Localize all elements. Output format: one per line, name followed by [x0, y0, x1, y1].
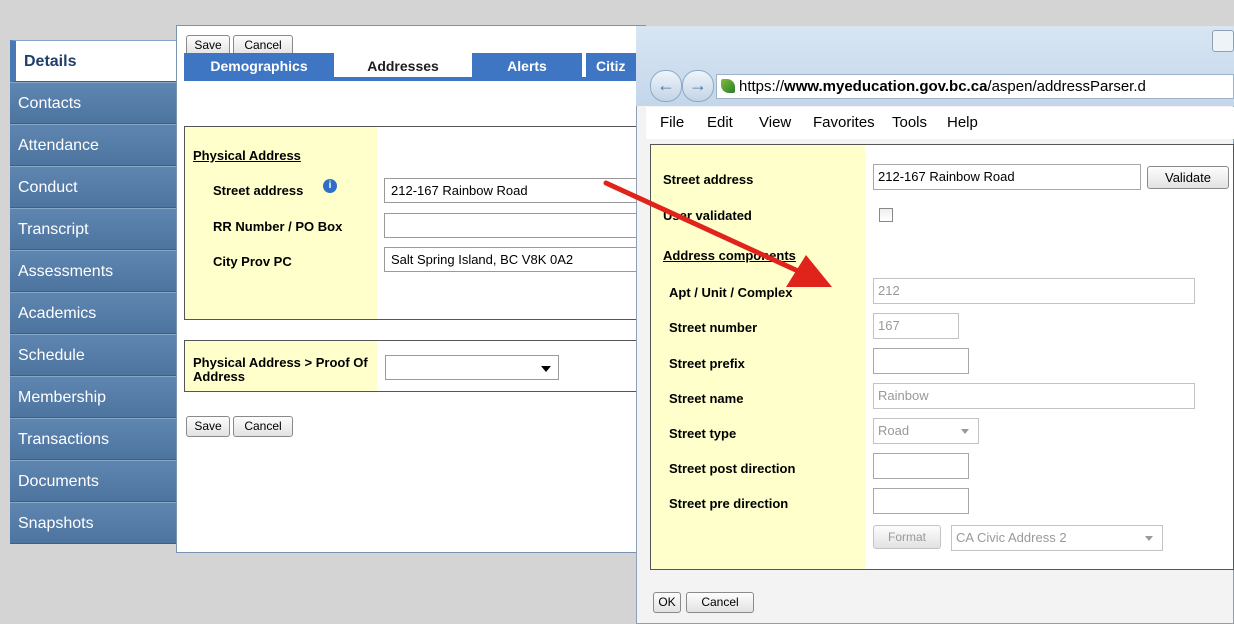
chevron-down-icon [1145, 536, 1153, 541]
address-bar[interactable]: https://www.myeducation.gov.bc.ca/aspen/… [716, 74, 1234, 99]
sidebar-item-snapshots[interactable]: Snapshots [10, 502, 176, 544]
url-secure: https:// [739, 78, 785, 95]
tab-underline [184, 77, 644, 81]
physical-address-heading: Physical Address [193, 148, 301, 163]
sidebar-item-contacts[interactable]: Contacts [10, 82, 176, 124]
street-number-label: Street number [669, 320, 758, 335]
street-pre-direction-label: Street pre direction [669, 496, 789, 511]
save-button-bottom[interactable]: Save [186, 416, 230, 437]
sidebar-item-attendance[interactable]: Attendance [10, 124, 176, 166]
chevron-down-icon [541, 366, 551, 372]
street-post-direction-input[interactable] [873, 453, 969, 479]
cancel-button-bottom[interactable]: Cancel [233, 416, 293, 437]
street-prefix-label: Street prefix [669, 356, 745, 371]
street-number-input[interactable]: 167 [873, 313, 959, 339]
menu-file[interactable]: File [660, 114, 684, 131]
sidebar-item-transactions[interactable]: Transactions [10, 418, 176, 460]
menu-bar: File Edit View Favorites Tools Help [646, 107, 1234, 139]
street-post-direction-label: Street post direction [669, 461, 796, 476]
tab-demographics[interactable]: Demographics [184, 53, 334, 79]
back-icon[interactable]: ← [650, 70, 682, 102]
user-validated-checkbox[interactable] [879, 208, 893, 222]
url-domain: www.myeducation.gov.bc.ca [784, 78, 988, 95]
forward-icon[interactable]: → [682, 70, 714, 102]
sidebar-item-membership[interactable]: Membership [10, 376, 176, 418]
street-address-input[interactable]: 212-167 Rainbow Road [873, 164, 1141, 190]
ok-button[interactable]: OK [653, 592, 681, 613]
sidebar-item-transcript[interactable]: Transcript [10, 208, 176, 250]
street-prefix-input[interactable] [873, 348, 969, 374]
menu-view[interactable]: View [759, 114, 791, 131]
annotation-arrow-shaft [603, 180, 801, 274]
tab-alerts[interactable]: Alerts [472, 53, 582, 79]
dialog-cancel-button[interactable]: Cancel [686, 592, 754, 613]
minimize-icon[interactable] [1212, 30, 1234, 52]
menu-tools[interactable]: Tools [892, 114, 927, 131]
street-address-label: Street address [213, 183, 304, 198]
sidebar-item-schedule[interactable]: Schedule [10, 334, 176, 376]
proof-of-address-select[interactable] [385, 355, 559, 380]
format-select[interactable]: CA Civic Address 2 [951, 525, 1163, 551]
site-icon [721, 79, 735, 93]
street-type-label: Street type [669, 426, 737, 441]
street-name-input[interactable]: Rainbow [873, 383, 1195, 409]
sidebar-item-documents[interactable]: Documents [10, 460, 176, 502]
apt-unit-input[interactable]: 212 [873, 278, 1195, 304]
tab-addresses[interactable]: Addresses [338, 53, 468, 79]
validate-button[interactable]: Validate [1147, 166, 1229, 189]
city-prov-pc-label: City Prov PC [213, 254, 292, 269]
menu-help[interactable]: Help [947, 114, 978, 131]
info-icon[interactable]: i [323, 179, 337, 193]
street-name-label: Street name [669, 391, 744, 406]
menu-edit[interactable]: Edit [707, 114, 733, 131]
format-button[interactable]: Format [873, 525, 941, 549]
proof-of-address-label: Physical Address > Proof Of Address [193, 355, 368, 384]
sidebar-item-details[interactable]: Details [10, 40, 176, 82]
chevron-down-icon [961, 429, 969, 434]
menu-favorites[interactable]: Favorites [813, 114, 875, 131]
url-path: /aspen/addressParser.d [987, 78, 1146, 95]
rr-number-label: RR Number / PO Box [213, 219, 343, 234]
sidebar-item-academics[interactable]: Academics [10, 292, 176, 334]
sidebar-item-conduct[interactable]: Conduct [10, 166, 176, 208]
annotation-arrow [603, 180, 832, 287]
street-pre-direction-input[interactable] [873, 488, 969, 514]
sidebar-item-assessments[interactable]: Assessments [10, 250, 176, 292]
